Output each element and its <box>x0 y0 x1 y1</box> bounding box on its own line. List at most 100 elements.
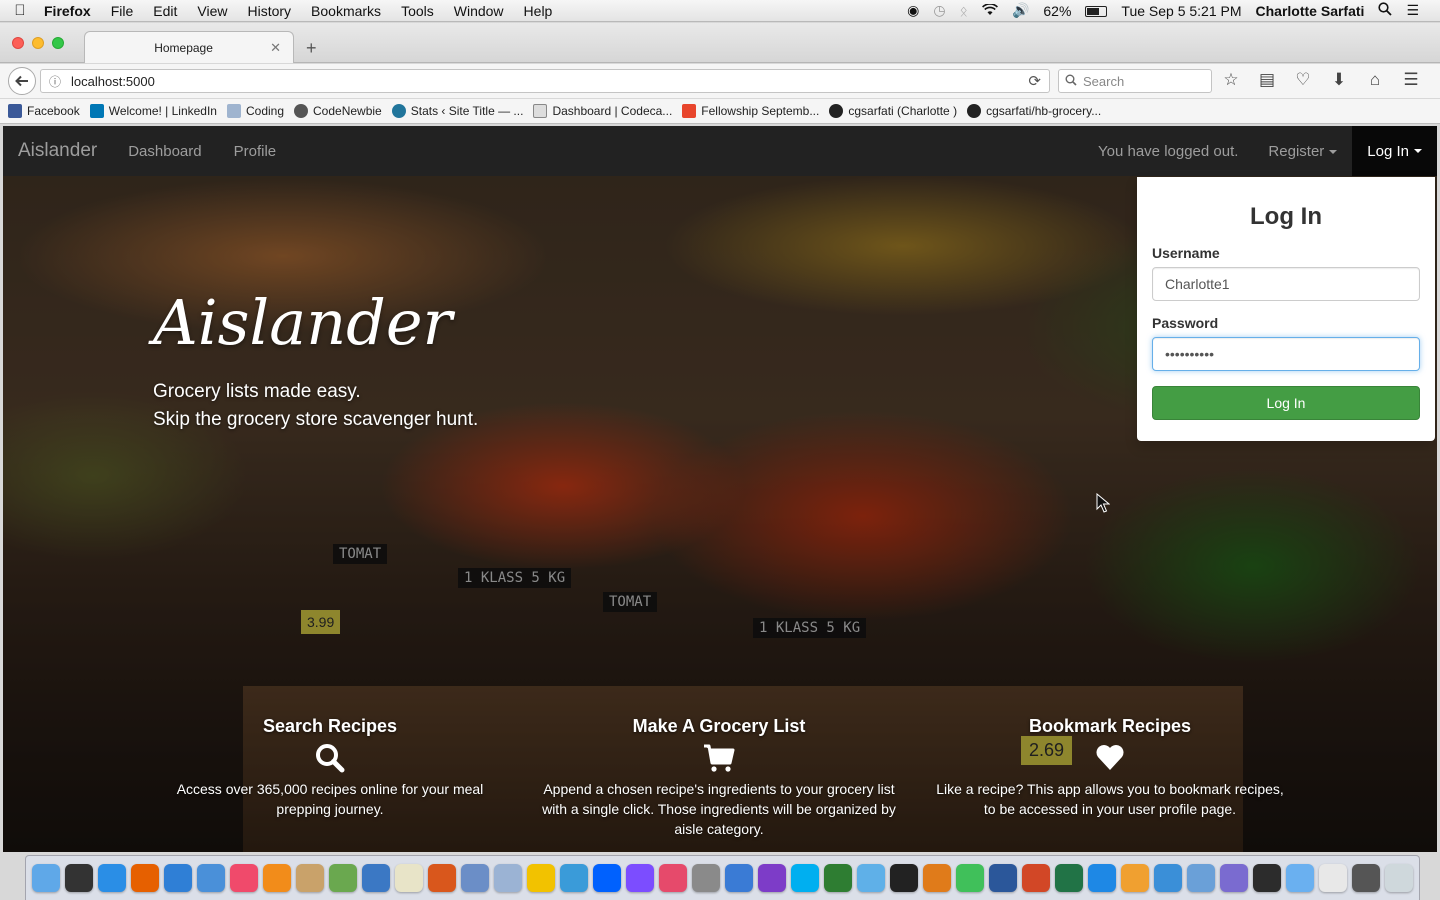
dock-app-icon[interactable] <box>1286 864 1314 892</box>
notification-center-icon[interactable]: ☰ <box>1399 2 1426 19</box>
password-field[interactable] <box>1152 337 1420 371</box>
pocket-icon[interactable]: ♡ <box>1292 70 1314 90</box>
feature-search-recipes: Search Recipes Access over 365,000 recip… <box>150 716 510 819</box>
minimize-window-button[interactable] <box>32 37 44 49</box>
downloads-icon[interactable]: ⬇ <box>1328 70 1350 90</box>
menu-app-name[interactable]: Firefox <box>40 3 101 19</box>
dock-app-icon[interactable] <box>890 864 918 892</box>
dock-app-icon[interactable] <box>1187 864 1215 892</box>
dock-app-icon[interactable] <box>1220 864 1248 892</box>
dock-app-icon[interactable] <box>230 864 258 892</box>
dock-app-icon[interactable] <box>461 864 489 892</box>
menu-tools[interactable]: Tools <box>391 3 444 19</box>
navbar-brand[interactable]: Aislander <box>3 140 112 162</box>
site-info-icon[interactable]: ⓘ <box>49 73 61 90</box>
dock-app-icon[interactable] <box>527 864 555 892</box>
dock-app-icon[interactable] <box>1121 864 1149 892</box>
bookmark-fellowship[interactable]: Fellowship Septemb... <box>682 104 819 118</box>
reload-icon[interactable]: ⟳ <box>1028 72 1041 90</box>
login-dropdown-toggle[interactable]: Log In <box>1352 126 1437 176</box>
dock-app-icon[interactable] <box>1385 864 1413 892</box>
new-tab-button[interactable]: + <box>306 38 317 59</box>
nav-dashboard[interactable]: Dashboard <box>112 143 217 160</box>
dock-app-icon[interactable] <box>1253 864 1281 892</box>
menu-file[interactable]: File <box>101 3 144 19</box>
dock-app-icon[interactable] <box>428 864 456 892</box>
dock-app-icon[interactable] <box>923 864 951 892</box>
hackbright-icon <box>682 104 697 118</box>
dock-app-icon[interactable] <box>164 864 192 892</box>
register-dropdown[interactable]: Register <box>1253 143 1352 160</box>
bookmark-dashboard[interactable]: Dashboard | Codeca... <box>533 104 672 118</box>
menu-edit[interactable]: Edit <box>143 3 187 19</box>
search-input[interactable]: Search <box>1058 69 1212 93</box>
close-window-button[interactable] <box>12 37 24 49</box>
dock-app-icon[interactable] <box>1088 864 1116 892</box>
dock-app-icon[interactable] <box>1352 864 1380 892</box>
bookmark-facebook[interactable]: Facebook <box>8 104 80 118</box>
dock-app-icon[interactable] <box>296 864 324 892</box>
dock-app-icon[interactable] <box>626 864 654 892</box>
dock-app-icon[interactable] <box>32 864 60 892</box>
dock-app-icon[interactable] <box>560 864 588 892</box>
dock-app-icon[interactable] <box>659 864 687 892</box>
dock-app-icon[interactable] <box>791 864 819 892</box>
dock-app-icon[interactable] <box>758 864 786 892</box>
dock-app-icon[interactable] <box>1055 864 1083 892</box>
back-arrow-icon <box>15 75 28 87</box>
menu-history[interactable]: History <box>237 3 301 19</box>
apple-icon[interactable]:  <box>0 2 40 19</box>
dock-app-icon[interactable] <box>956 864 984 892</box>
hamburger-menu-icon[interactable]: ☰ <box>1400 70 1422 90</box>
bookmark-github-repo[interactable]: cgsarfati/hb-grocery... <box>967 104 1101 118</box>
url-text[interactable]: localhost:5000 <box>71 74 1028 89</box>
nav-profile[interactable]: Profile <box>218 143 293 160</box>
battery-icon[interactable] <box>1078 3 1114 19</box>
bluetooth-icon[interactable]: ᛟ <box>953 3 975 19</box>
clock[interactable]: Tue Sep 5 5:21 PM <box>1114 3 1248 19</box>
dock-app-icon[interactable] <box>263 864 291 892</box>
time-machine-icon[interactable]: ◷ <box>926 2 952 19</box>
dock-app-icon[interactable] <box>989 864 1017 892</box>
bookmark-codenewbie[interactable]: CodeNewbie <box>294 104 382 118</box>
dock-app-icon[interactable] <box>1319 864 1347 892</box>
dock-app-icon[interactable] <box>131 864 159 892</box>
login-submit-button[interactable]: Log In <box>1152 386 1420 420</box>
spotlight-icon[interactable] <box>1371 2 1399 19</box>
home-icon[interactable]: ⌂ <box>1364 70 1386 90</box>
close-tab-icon[interactable]: ✕ <box>270 40 281 56</box>
dock-app-icon[interactable] <box>197 864 225 892</box>
bookmark-folder-coding[interactable]: Coding <box>226 104 284 118</box>
dock-app-icon[interactable] <box>65 864 93 892</box>
menu-help[interactable]: Help <box>514 3 563 19</box>
dock-app-icon[interactable] <box>98 864 126 892</box>
menu-window[interactable]: Window <box>444 3 514 19</box>
back-button[interactable] <box>8 67 36 95</box>
dock-app-icon[interactable] <box>725 864 753 892</box>
dock-app-icon[interactable] <box>1154 864 1182 892</box>
wifi-icon[interactable] <box>975 2 1005 19</box>
dock-app-icon[interactable] <box>395 864 423 892</box>
username-field[interactable] <box>1152 267 1420 301</box>
dock-app-icon[interactable] <box>857 864 885 892</box>
zoom-window-button[interactable] <box>52 37 64 49</box>
reading-list-icon[interactable]: ▤ <box>1256 70 1278 90</box>
user-name[interactable]: Charlotte Sarfati <box>1249 3 1372 19</box>
dock-app-icon[interactable] <box>824 864 852 892</box>
tab-homepage[interactable]: Homepage ✕ <box>84 31 294 63</box>
bookmark-linkedin[interactable]: Welcome! | LinkedIn <box>89 104 217 118</box>
bookmark-stats[interactable]: Stats ‹ Site Title — ... <box>391 104 523 118</box>
dock-app-icon[interactable] <box>1022 864 1050 892</box>
dock-app-icon[interactable] <box>362 864 390 892</box>
volume-icon[interactable]: 🔊 <box>1005 2 1036 19</box>
bookmark-github-profile[interactable]: cgsarfati (Charlotte ) <box>829 104 957 118</box>
dock-app-icon[interactable] <box>494 864 522 892</box>
menu-view[interactable]: View <box>187 3 237 19</box>
dock-app-icon[interactable] <box>329 864 357 892</box>
url-bar[interactable]: ⓘ localhost:5000 ⟳ <box>40 69 1050 93</box>
dock-app-icon[interactable] <box>593 864 621 892</box>
dock-app-icon[interactable] <box>692 864 720 892</box>
menu-bookmarks[interactable]: Bookmarks <box>301 3 391 19</box>
record-icon[interactable]: ◉ <box>900 2 926 19</box>
bookmark-star-icon[interactable]: ☆ <box>1220 70 1242 90</box>
